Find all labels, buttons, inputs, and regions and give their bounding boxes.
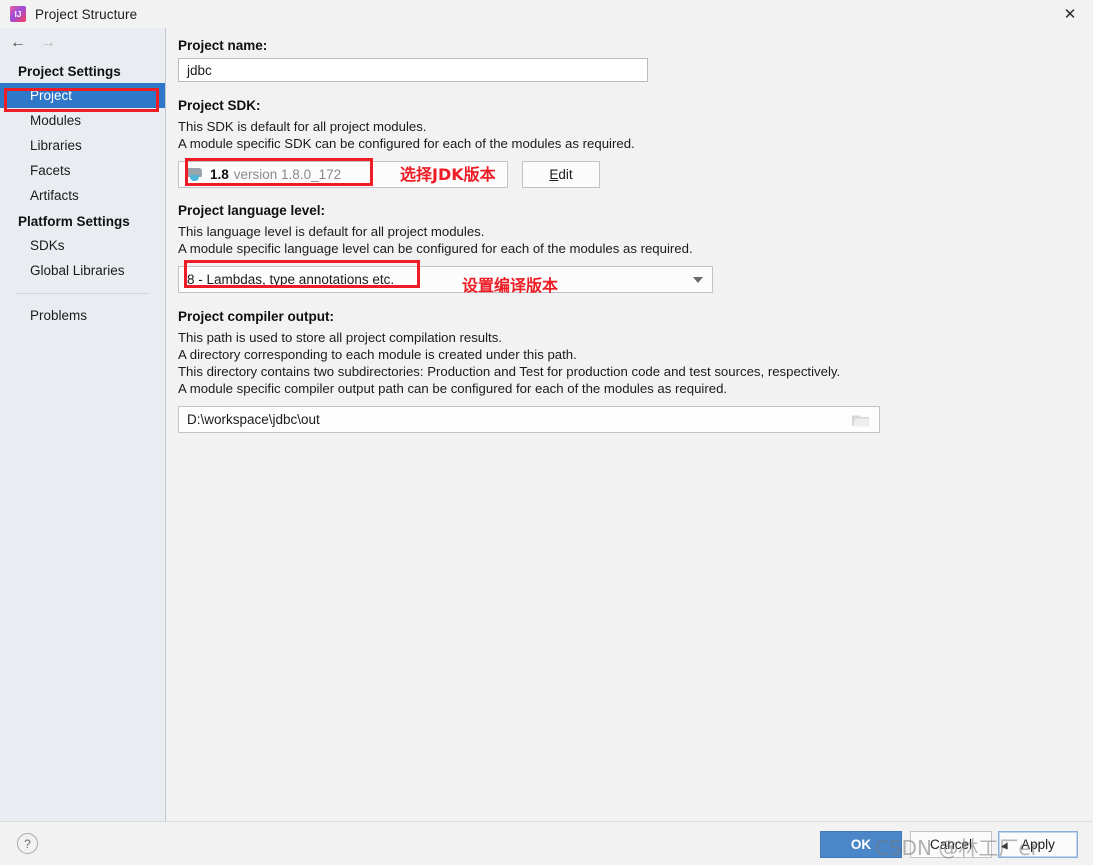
edit-sdk-button[interactable]: Edit [522, 161, 600, 188]
project-name-block: Project name: jdbc [178, 38, 1093, 82]
sidebar-group-header-project-settings: Project Settings [18, 64, 121, 79]
folder-icon[interactable] [852, 413, 870, 426]
page-title: Project Structure [35, 6, 138, 22]
help-icon[interactable]: ? [17, 833, 38, 854]
project-sdk-desc-line-1: This SDK is default for all project modu… [178, 119, 427, 134]
project-language-level-label: Project language level: [178, 203, 326, 218]
project-sdk-version: version 1.8.0_172 [233, 167, 342, 182]
project-structure-dialog: Project Structure ✕ ← → Project Settings… [0, 0, 1093, 865]
project-compiler-output-input[interactable]: D:\workspace\jdbc\out [178, 406, 880, 433]
project-language-level-value: 8 - Lambdas, type annotations etc. [187, 272, 395, 287]
sidebar-item-libraries[interactable]: Libraries [0, 133, 165, 158]
project-language-level-block: Project language level: This language le… [178, 203, 1093, 293]
sidebar-item-problems[interactable]: Problems [0, 303, 165, 328]
project-sdk-name: 1.8 [210, 167, 229, 182]
sidebar-item-facets[interactable]: Facets [0, 158, 165, 183]
sidebar-item-modules[interactable]: Modules [0, 108, 165, 133]
project-language-level-combo[interactable]: 8 - Lambdas, type annotations etc. [178, 266, 713, 293]
project-name-label: Project name: [178, 38, 268, 53]
project-sdk-desc-line-2: A module specific SDK can be configured … [178, 136, 635, 151]
java-sdk-icon [187, 167, 203, 182]
sidebar-divider [16, 293, 149, 294]
project-compiler-output-value: D:\workspace\jdbc\out [187, 412, 320, 427]
close-icon[interactable]: ✕ [1047, 0, 1093, 28]
main-panel: Project name: jdbc Project SDK: This SDK… [166, 28, 1093, 821]
project-name-input[interactable]: jdbc [178, 58, 648, 82]
cancel-button[interactable]: Cancel [910, 831, 992, 858]
sidebar-item-sdks[interactable]: SDKs [0, 233, 165, 258]
forward-arrow-icon[interactable]: → [40, 35, 56, 51]
apply-button[interactable]: Apply [998, 831, 1078, 858]
project-compiler-output-desc-line-3: This directory contains two subdirectori… [178, 364, 841, 379]
project-language-level-desc-line-2: A module specific language level can be … [178, 241, 693, 256]
project-sdk-label: Project SDK: [178, 98, 261, 113]
title-bar: Project Structure ✕ [0, 0, 1093, 28]
edit-button-rest: dit [558, 167, 573, 182]
sidebar-item-global-libraries[interactable]: Global Libraries [0, 258, 165, 283]
back-arrow-icon[interactable]: ← [10, 35, 26, 51]
annotation-set-compile-version: 设置编译版本 [462, 276, 559, 295]
sidebar-item-artifacts[interactable]: Artifacts [0, 183, 165, 208]
nav-arrows: ← → [0, 28, 165, 58]
project-compiler-output-block: Project compiler output: This path is us… [178, 309, 1093, 433]
intellij-idea-icon [10, 6, 26, 22]
project-compiler-output-label: Project compiler output: [178, 309, 335, 324]
ok-button[interactable]: OK [820, 831, 902, 858]
project-sdk-block: Project SDK: This SDK is default for all… [178, 98, 1093, 188]
edit-button-mnemonic: E [549, 167, 559, 182]
annotation-select-jdk-version: 选择JDK版本 [400, 165, 496, 184]
sidebar-item-project[interactable]: Project [0, 83, 165, 108]
project-compiler-output-desc-line-4: A module specific compiler output path c… [178, 381, 728, 396]
chevron-down-icon[interactable] [693, 276, 703, 283]
project-compiler-output-desc-line-2: A directory corresponding to each module… [178, 347, 577, 362]
project-compiler-output-desc-line-1: This path is used to store all project c… [178, 330, 502, 345]
sidebar: ← → Project Settings Project Modules Lib… [0, 28, 166, 821]
project-language-level-desc-line-1: This language level is default for all p… [178, 224, 485, 239]
sidebar-group-header-platform-settings: Platform Settings [18, 214, 130, 229]
project-sdk-row: 1.8 version 1.8.0_172 Edit [178, 161, 1093, 188]
